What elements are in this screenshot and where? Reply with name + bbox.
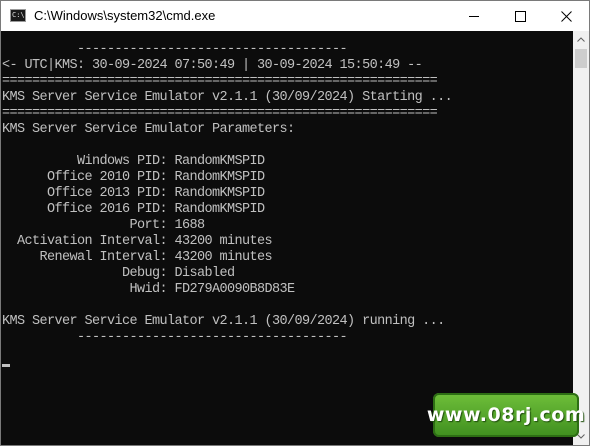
minimize-button[interactable] xyxy=(451,1,497,31)
vertical-scrollbar[interactable] xyxy=(573,31,589,445)
console-line: KMS Server Service Emulator v2.1.1 (30/0… xyxy=(2,314,445,329)
console-line: Office 2013 PID: RandomKMSPID xyxy=(2,186,265,201)
console-line: Renewal Interval: 43200 minutes xyxy=(2,250,273,265)
cmd-app-icon-label: C:\. xyxy=(12,11,25,19)
console-output[interactable]: ------------------------------------ <- U… xyxy=(1,31,573,445)
console-line: Windows PID: RandomKMSPID xyxy=(2,154,265,169)
console-line: KMS Server Service Emulator v2.1.1 (30/0… xyxy=(2,90,453,105)
console-line: ------------------------------------ xyxy=(2,330,348,345)
console-line: Activation Interval: 43200 minutes xyxy=(2,234,273,249)
chevron-down-icon xyxy=(577,434,585,439)
console-line: ========================================… xyxy=(2,74,438,89)
scrollbar-thumb[interactable] xyxy=(575,49,587,68)
close-icon xyxy=(560,10,572,22)
console-line: ------------------------------------ xyxy=(2,42,348,57)
site-watermark: www.08rj.com xyxy=(427,393,585,437)
window-title: C:\Windows\system32\cmd.exe xyxy=(34,8,216,23)
cmd-window: C:\. C:\Windows\system32\cmd.exe -------… xyxy=(0,0,590,446)
maximize-button[interactable] xyxy=(497,1,543,31)
console-line: Office 2010 PID: RandomKMSPID xyxy=(2,170,265,185)
close-button[interactable] xyxy=(543,1,589,31)
console-text: ------------------------------------ <- U… xyxy=(2,42,453,346)
title-bar[interactable]: C:\. C:\Windows\system32\cmd.exe xyxy=(1,1,589,31)
console-line: <- UTC|KMS: 30-09-2024 07:50:49 | 30-09-… xyxy=(2,58,423,73)
text-cursor xyxy=(2,364,10,367)
chevron-up-icon xyxy=(577,37,585,42)
maximize-icon xyxy=(514,10,526,22)
console-line: Hwid: FD279A0090B8D83E xyxy=(2,282,296,297)
console-line: Office 2016 PID: RandomKMSPID xyxy=(2,202,265,217)
watermark-text: www.08rj.com xyxy=(426,404,586,426)
scroll-up-button[interactable] xyxy=(573,31,589,48)
console-line: ========================================… xyxy=(2,106,438,121)
cmd-app-icon[interactable]: C:\. xyxy=(10,9,26,22)
console-line: Debug: Disabled xyxy=(2,266,235,281)
minimize-icon xyxy=(468,15,479,17)
console-line: Port: 1688 xyxy=(2,218,206,233)
console-line: KMS Server Service Emulator Parameters: xyxy=(2,122,295,137)
